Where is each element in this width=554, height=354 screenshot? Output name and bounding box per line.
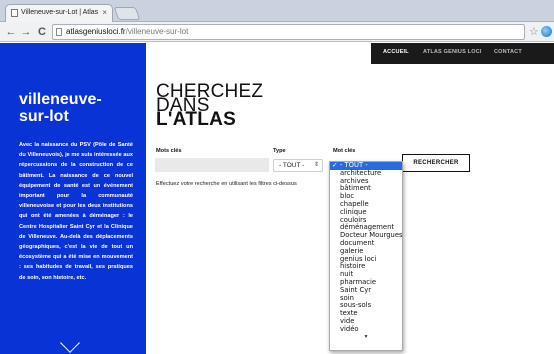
type-select-value: - TOUT - [279,162,305,169]
site-title-line-2: sur-lot [19,108,69,125]
tab-title: Villeneuve-sur-Lot | Atlas [21,9,99,16]
bookmark-star-icon[interactable]: ☆ [529,25,539,39]
page-icon [56,28,62,36]
nav-item-atlas-genius-loci[interactable]: ATLAS GENIUS LOCI [423,49,482,55]
web-page: villeneuve- sur-lot Avec la naissance du… [0,43,554,354]
select-arrows-icon: ⇕ [313,162,319,168]
sidebar: villeneuve- sur-lot Avec la naissance du… [0,43,146,354]
reload-icon[interactable]: C [35,25,49,39]
site-title-line-1: villeneuve- [19,91,102,108]
nav-item-accueil[interactable]: ACCUEIL [383,49,409,55]
page-favicon-icon [11,9,18,17]
page-title: CHERCHEZ DANS L'ATLAS [156,82,263,130]
title-line-3: L'ATLAS [156,109,237,130]
chevron-down-icon[interactable] [60,333,80,353]
back-icon[interactable]: ← [4,25,18,39]
type-select[interactable]: - TOUT - ⇕ [273,159,323,172]
url-path: /villeneuve-sur-lot [125,27,189,36]
close-tab-icon[interactable]: × [102,5,107,21]
browser-window: Villeneuve-sur-Lot | Atlas × ← → C atlas… [0,0,554,354]
forward-icon[interactable]: → [19,25,33,39]
scroll-down-icon[interactable]: ▼ [330,334,402,340]
site-description: Avec la naissance du PSV (Pôle de Santé … [19,142,133,281]
url-host: atlasgeniusloci.fr [66,27,126,36]
browser-toolbar: ← → C atlasgeniusloci.fr/villeneuve-sur-… [0,22,554,42]
new-tab-button[interactable] [113,7,141,20]
tag-dropdown-list[interactable]: ✓ - TOUT - architecture archives bâtimen… [329,161,403,351]
tab-strip: Villeneuve-sur-Lot | Atlas × [0,0,554,22]
site-title: villeneuve- sur-lot [19,91,102,125]
browser-tab[interactable]: Villeneuve-sur-Lot | Atlas × [5,4,113,22]
address-bar[interactable]: atlasgeniusloci.fr/villeneuve-sur-lot [52,24,525,40]
nav-item-contact[interactable]: CONTACT [494,49,522,55]
dropdown-option[interactable]: vidéo [330,325,402,334]
keywords-input[interactable] [155,158,269,172]
type-label: Type [273,148,286,154]
search-hint: Effectuez votre recherche en utilisant l… [156,181,297,187]
tag-label: Mot clés [333,148,356,154]
top-navigation: ACCUEIL ATLAS GENIUS LOCI CONTACT [371,43,554,64]
extension-icon[interactable] [541,26,552,37]
search-button[interactable]: RECHERCHER [402,154,470,172]
keywords-label: Mots clés [156,148,182,154]
